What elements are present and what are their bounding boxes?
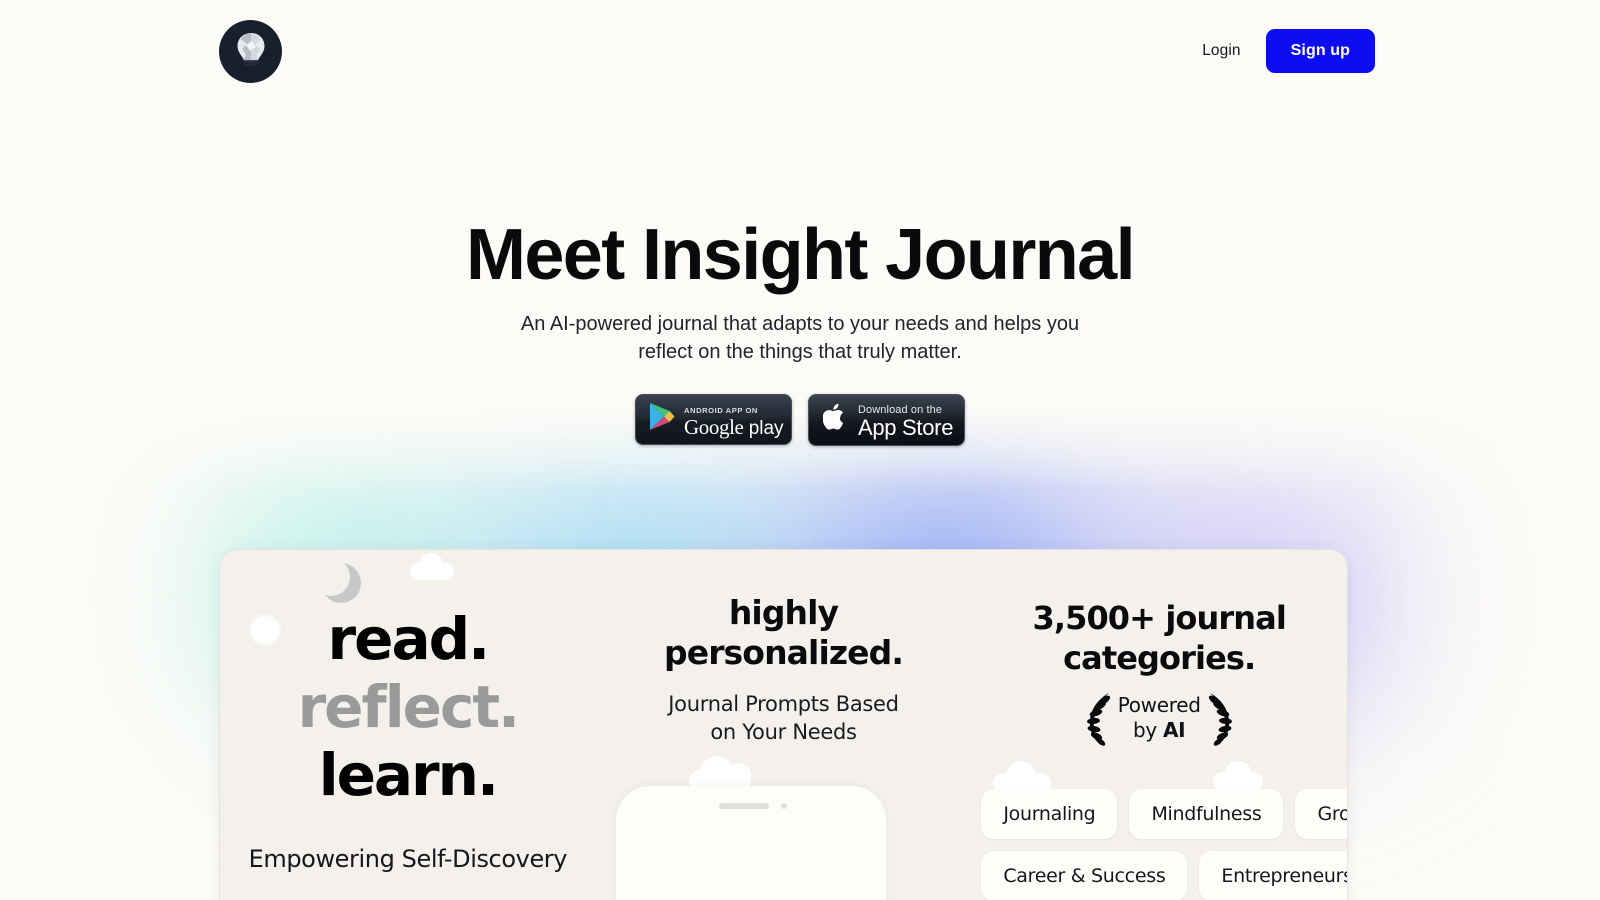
powered-by-ai-line1: Powered	[1117, 693, 1201, 717]
powered-by-ai-text: Powered by AI	[1118, 693, 1201, 743]
category-chip[interactable]: Mindfulness	[1129, 789, 1284, 839]
panel3-headline: 3,500+ journal categories.	[971, 598, 1347, 678]
powered-by-ai-badge: Powered by AI	[971, 690, 1347, 746]
feature-panel-read-reflect-learn: read. reflect. learn. Empowering Self-Di…	[220, 550, 596, 900]
panel2-subtitle-line2: on Your Needs	[710, 720, 857, 744]
gradient-fade-left	[0, 400, 230, 900]
cloud-icon	[410, 553, 454, 580]
google-play-top-text: ANDROID APP ON	[684, 405, 758, 415]
panel1-wordmark: read. reflect. learn.	[220, 605, 596, 809]
app-store-badges: ANDROID APP ON Google play Download on t…	[0, 393, 1600, 446]
category-chip[interactable]: Career & Success	[981, 851, 1188, 900]
apple-logo-icon	[822, 402, 848, 437]
app-store-bottom-text: App Store	[858, 414, 954, 440]
panel2-headline: highly personalized.	[596, 593, 972, 673]
site-header: Login Sign up	[0, 0, 1600, 102]
panel3-headline-line1: 3,500+ journal	[1032, 599, 1286, 637]
google-play-triangle-icon	[649, 402, 675, 436]
panel2-headline-line2: personalized.	[663, 633, 904, 672]
hero-subtitle: An AI-powered journal that adapts to you…	[520, 312, 1080, 363]
gradient-fade-right	[1370, 400, 1600, 900]
panel2-subtitle-line1: Journal Prompts Based	[668, 692, 899, 716]
google-play-badge[interactable]: ANDROID APP ON Google play	[635, 393, 792, 445]
app-store-badge[interactable]: Download on the App Store	[808, 393, 965, 446]
header-nav-actions: Login Sign up	[1202, 29, 1375, 73]
panel1-word-reflect: reflect.	[297, 673, 521, 741]
hero-feature-card: read. reflect. learn. Empowering Self-Di…	[219, 549, 1348, 900]
panel1-word-read: read.	[327, 605, 491, 673]
moon-icon	[312, 558, 361, 603]
page-title: Meet Insight Journal	[465, 215, 1136, 295]
panel1-word-learn: learn.	[318, 741, 499, 809]
phone-mockup: It sounds like you had a rough day at	[615, 786, 886, 900]
phone-camera-icon	[780, 803, 787, 809]
lightbulb-logo-icon[interactable]	[219, 19, 282, 83]
category-chip[interactable]: Journaling	[981, 789, 1118, 839]
login-link[interactable]: Login	[1202, 42, 1240, 60]
laurel-wreath-icon	[1078, 690, 1114, 746]
panel2-subtitle: Journal Prompts Based on Your Needs	[596, 690, 972, 746]
google-play-bottom-text: Google play	[684, 414, 784, 439]
feature-panel-personalized: highly personalized. Journal Prompts Bas…	[596, 550, 972, 900]
category-chip[interactable]: Entrepreneurship	[1199, 851, 1347, 900]
panel3-headline-line2: categories.	[1063, 639, 1256, 677]
powered-by-ai-line2: by AI	[1133, 718, 1186, 742]
google-play-badge-text: ANDROID APP ON Google play	[684, 401, 791, 439]
panel2-headline-line1: highly	[728, 593, 839, 632]
laurel-wreath-icon	[1205, 690, 1241, 746]
app-store-badge-text: Download on the App Store	[858, 401, 964, 439]
phone-speaker-icon	[718, 803, 769, 809]
panel1-caption: Empowering Self-Discovery	[248, 845, 568, 873]
signup-button[interactable]: Sign up	[1265, 29, 1375, 73]
category-chip[interactable]: Growth	[1295, 789, 1347, 839]
category-chip-list: Journaling Mindfulness Growth Career & S…	[981, 789, 1347, 900]
feature-panel-categories: 3,500+ journal categories. Powered by AI…	[971, 550, 1347, 900]
